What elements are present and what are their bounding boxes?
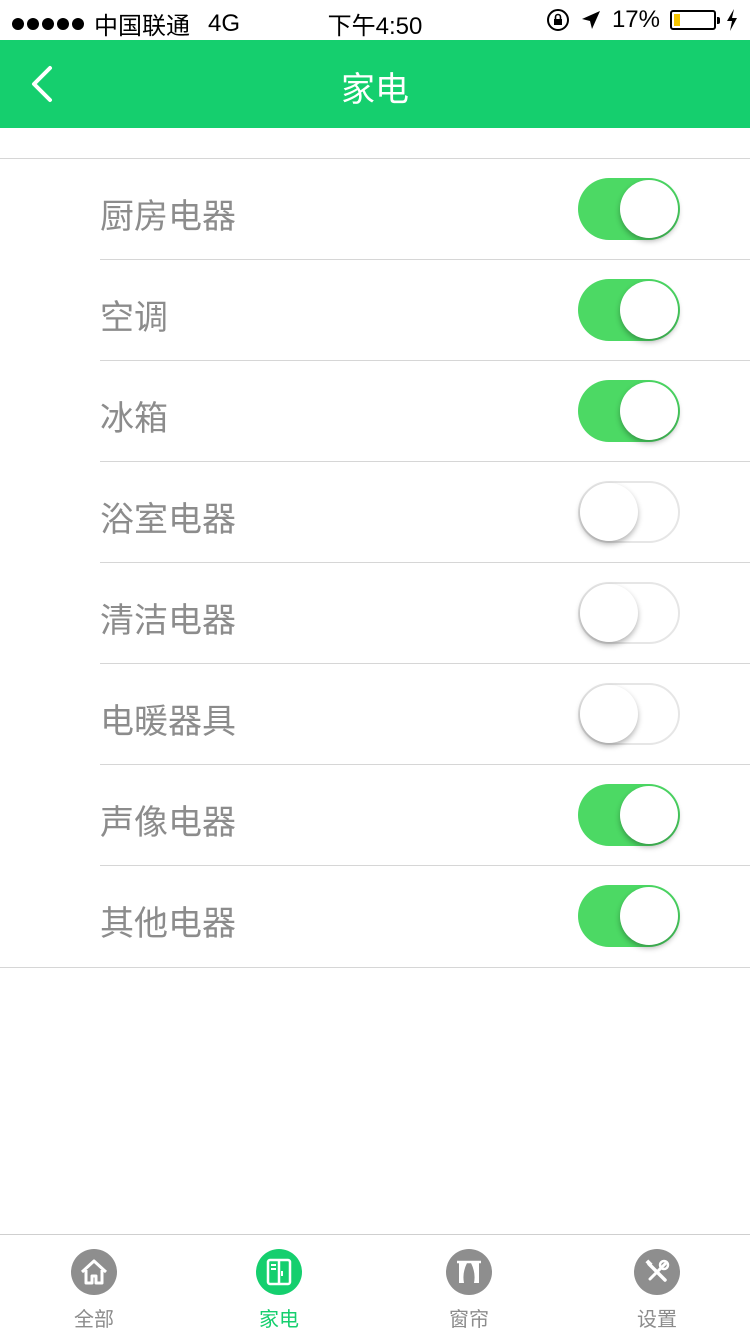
tab-appliances-label: 家电 <box>259 1307 299 1331</box>
home-icon <box>71 1249 117 1295</box>
toggle-knob <box>580 483 638 541</box>
tab-bar: 全部 家电 窗帘 设置 <box>0 1234 750 1334</box>
appliance-label: 空调 <box>100 298 168 338</box>
toggle-knob <box>620 887 678 945</box>
toggle-switch[interactable] <box>578 178 680 240</box>
list-item: 清洁电器 <box>0 563 750 664</box>
toggle-switch[interactable] <box>578 582 680 644</box>
charging-bolt-icon <box>727 9 737 31</box>
tools-icon <box>634 1249 680 1295</box>
appliance-label: 厨房电器 <box>100 197 236 237</box>
list-item: 电暖器具 <box>0 664 750 765</box>
battery-icon <box>670 10 720 30</box>
toggle-knob <box>620 382 678 440</box>
tab-settings-label: 设置 <box>637 1307 677 1331</box>
toggle-switch[interactable] <box>578 380 680 442</box>
tab-curtains-label: 窗帘 <box>449 1307 489 1331</box>
toggle-switch[interactable] <box>578 481 680 543</box>
toggle-knob <box>580 584 638 642</box>
tab-all-label: 全部 <box>74 1307 114 1331</box>
toggle-switch[interactable] <box>578 784 680 846</box>
list-item: 其他电器 <box>0 866 750 967</box>
toggle-switch[interactable] <box>578 885 680 947</box>
rotation-lock-icon <box>546 9 569 31</box>
page-title: 家电 <box>341 70 409 110</box>
appliance-icon <box>256 1249 302 1295</box>
toggle-knob <box>620 786 678 844</box>
curtain-icon <box>446 1249 492 1295</box>
appliance-label: 冰箱 <box>100 399 168 439</box>
list-item: 声像电器 <box>0 765 750 866</box>
toggle-knob <box>620 180 678 238</box>
tab-curtains[interactable]: 窗帘 <box>409 1249 529 1332</box>
toggle-switch[interactable] <box>578 279 680 341</box>
list-item: 空调 <box>0 260 750 361</box>
tab-settings[interactable]: 设置 <box>597 1249 717 1332</box>
appliance-list: 厨房电器空调冰箱浴室电器清洁电器电暖器具声像电器其他电器 <box>0 158 750 968</box>
toggle-knob <box>620 281 678 339</box>
list-item: 浴室电器 <box>0 462 750 563</box>
status-bar: 中国联通 4G 下午4:50 17% <box>0 0 750 40</box>
toggle-knob <box>580 685 638 743</box>
appliance-label: 其他电器 <box>100 904 236 944</box>
appliance-label: 声像电器 <box>100 803 236 843</box>
appliance-label: 浴室电器 <box>100 500 236 540</box>
battery-percent: 17% <box>611 6 660 33</box>
tab-all[interactable]: 全部 <box>34 1249 154 1332</box>
appliance-label: 电暖器具 <box>100 702 236 742</box>
list-item: 厨房电器 <box>0 159 750 260</box>
list-item: 冰箱 <box>0 361 750 462</box>
appliance-label: 清洁电器 <box>100 601 236 641</box>
location-arrow-icon <box>581 11 600 29</box>
nav-bar: 家电 <box>0 40 750 128</box>
toggle-switch[interactable] <box>578 683 680 745</box>
tab-appliances[interactable]: 家电 <box>219 1249 339 1332</box>
status-right: 17% <box>546 6 738 34</box>
